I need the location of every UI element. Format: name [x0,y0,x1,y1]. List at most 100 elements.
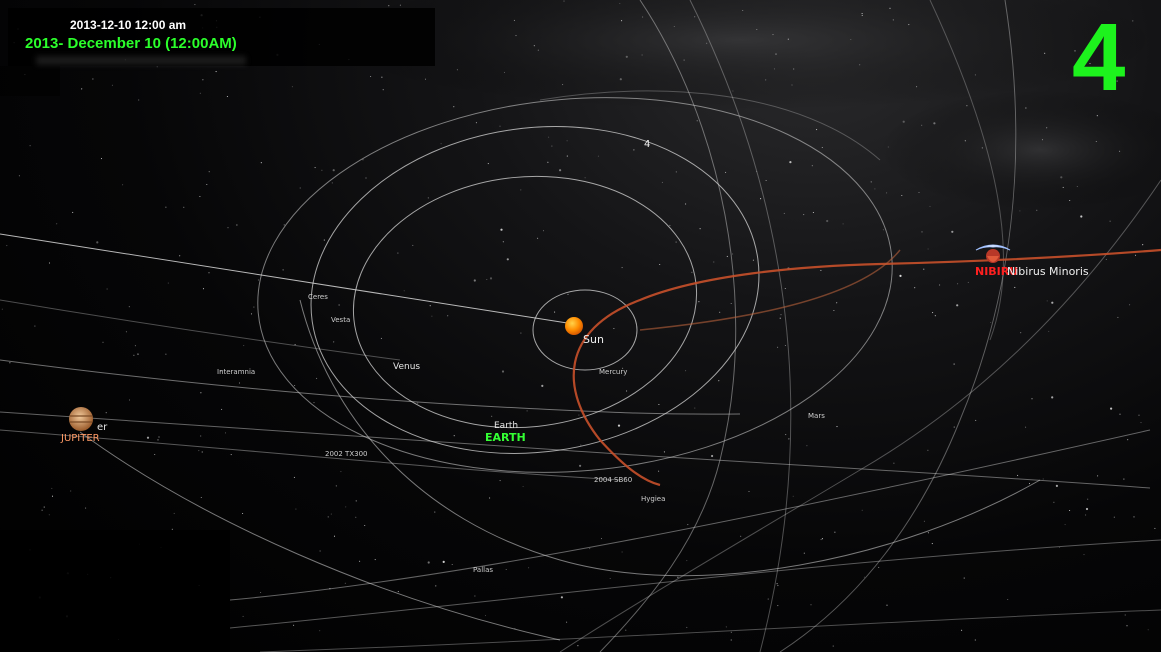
mars-label[interactable]: Mars [808,412,825,420]
star [388,5,390,7]
ceres-label[interactable]: Ceres [308,293,328,301]
star [137,353,139,355]
star [1019,210,1021,212]
star [566,140,568,142]
star [626,390,628,392]
star [732,253,734,255]
star [579,464,582,467]
star [1134,254,1137,256]
star [70,490,72,492]
star [1020,332,1022,334]
star [658,470,660,472]
star [893,462,895,464]
star [1138,414,1140,416]
star [789,161,792,164]
star [685,370,687,372]
star [675,241,677,243]
sun-label[interactable]: Sun [583,333,604,346]
star [1007,598,1009,601]
overlay-panel [0,530,230,652]
star [787,38,789,40]
nibiru-path-secondary [639,249,901,331]
star [537,237,539,239]
star [243,345,245,347]
star [691,271,693,273]
jupiter-partial-label[interactable]: er [97,422,107,433]
star [861,14,863,16]
star [157,439,159,441]
star [609,577,611,580]
mars-orbit [257,97,893,473]
star [659,263,661,266]
sun-icon[interactable] [565,317,583,335]
star [1069,199,1071,202]
star [125,331,127,333]
star [533,45,535,47]
star [1119,150,1121,152]
star [927,449,929,451]
star [719,311,721,313]
venus-label[interactable]: Venus [393,362,420,372]
star [331,182,333,184]
nibiru-minoris-label[interactable]: Nibirus Minoris [1007,265,1089,278]
star [914,287,916,289]
tx300-label[interactable]: 2002 TX300 [325,450,367,458]
star [1025,107,1027,109]
star [295,508,297,510]
star [81,88,83,90]
star [675,171,677,173]
star [435,585,437,587]
star [791,84,793,86]
hygiea-label[interactable]: Hygiea [641,495,665,503]
star [51,487,53,489]
pallas-label[interactable]: Pallas [473,566,493,574]
star [238,382,241,384]
star [1105,258,1107,260]
mercury-label[interactable]: Mercury [599,368,627,376]
star [453,435,455,437]
star [981,147,983,149]
star [201,451,203,453]
star [333,341,335,343]
pallas-orbit [229,429,1151,601]
earth-orbit [310,126,760,454]
star [489,497,491,499]
star [1097,475,1099,477]
star [554,311,556,313]
star [323,239,325,241]
star [179,255,181,257]
asteroid-orbit [559,179,1161,652]
star [901,194,903,197]
star [1025,426,1027,428]
star [202,288,205,290]
star [56,223,58,225]
star [484,615,487,617]
star [85,507,87,509]
date-big: 2013- December 10 (12:00AM) [25,35,237,52]
star [589,548,591,550]
star [92,78,94,80]
star [577,645,579,647]
star [513,19,515,21]
star [563,0,565,2]
star [677,576,679,578]
jupiter-icon[interactable] [69,407,93,431]
star [1095,140,1097,143]
earth-label[interactable]: Earth [494,421,518,431]
star [299,187,301,189]
star [725,171,727,173]
star [683,59,685,61]
star [956,304,959,307]
star [1085,507,1089,511]
sb60-label[interactable]: 2004 SB60 [594,476,632,484]
star [537,49,539,51]
star [128,399,131,401]
star [397,591,399,593]
vesta-label[interactable]: Vesta [331,316,350,324]
star [1044,52,1046,54]
star [584,177,586,179]
star [526,410,528,412]
star [51,495,54,497]
star [491,415,493,417]
interamnia-label[interactable]: Interamnia [217,368,255,376]
